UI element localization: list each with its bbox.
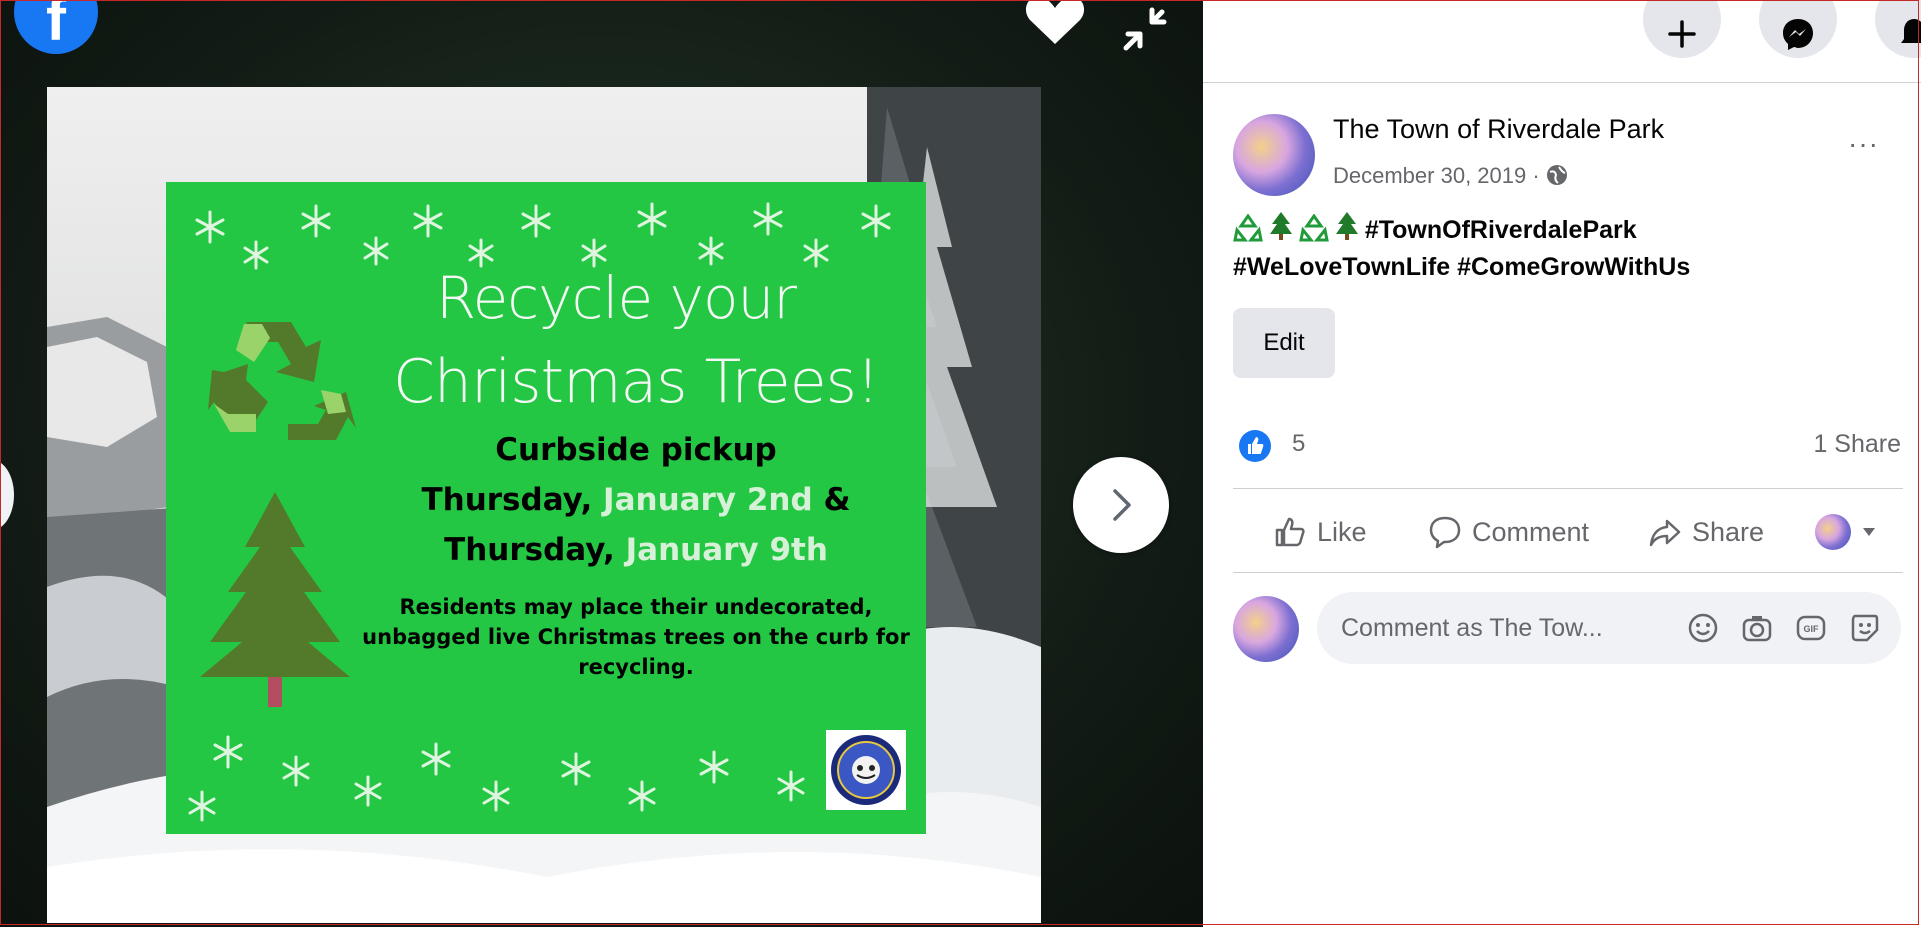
share-label: Share — [1692, 516, 1765, 547]
comment-input[interactable]: Comment as The Tow... GIF — [1317, 592, 1901, 664]
recycle-emoji-icon — [1233, 213, 1263, 242]
residents-instructions: Residents may place their undecorated, u… — [362, 595, 910, 679]
commenter-avatar[interactable] — [1233, 596, 1299, 662]
camera-icon[interactable] — [1741, 612, 1773, 644]
sticker-icon[interactable] — [1849, 612, 1881, 644]
page-name-link[interactable]: The Town of Riverdale Park — [1333, 114, 1664, 145]
messenger-button[interactable] — [1759, 0, 1837, 58]
page-avatar[interactable] — [1233, 114, 1315, 196]
share-arrow-icon — [1649, 519, 1681, 547]
gif-icon[interactable]: GIF — [1795, 612, 1827, 644]
edit-button[interactable]: Edit — [1233, 308, 1335, 378]
post-as-avatar — [1815, 514, 1851, 550]
like-label: Like — [1317, 516, 1367, 547]
plus-icon — [1668, 20, 1696, 48]
emoji-icon[interactable] — [1687, 612, 1719, 644]
share-button[interactable]: Share — [1648, 512, 1764, 552]
tree-icon — [200, 492, 350, 707]
share-count[interactable]: 1 Share — [1813, 430, 1901, 459]
pickup-day-1: Thursday, — [421, 482, 604, 518]
hashtag-townofriverdalepark[interactable]: #TownOfRiverdalePark — [1365, 216, 1637, 244]
next-chevron-icon — [1113, 489, 1131, 521]
like-button[interactable]: Like — [1273, 512, 1367, 552]
like-thumb-icon — [1275, 517, 1305, 547]
post-timestamp[interactable]: December 30, 2019 · — [1333, 163, 1568, 189]
pickup-day-2: Thursday, — [444, 532, 626, 568]
messenger-icon — [1783, 19, 1813, 50]
pickup-date-2: Thursday, January 9th — [366, 532, 906, 568]
comment-label: Comment — [1472, 516, 1590, 547]
post-text: #TownOfRiverdalePark #WeLoveTownLife #Co… — [1233, 212, 1913, 286]
photo-viewer: f Recycle your Christmas Trees! Curbside… — [0, 0, 1203, 927]
flyer-title-line2: Christmas Trees! — [393, 347, 880, 417]
facebook-logo-icon[interactable]: f — [14, 0, 98, 54]
post-as-selector[interactable] — [1815, 512, 1877, 552]
chevron-down-icon — [1863, 528, 1875, 536]
pickup-date-1: Thursday, January 2nd & — [366, 482, 906, 518]
notifications-icon — [1901, 19, 1921, 43]
hashtags-line2[interactable]: #WeLoveTownLife #ComeGrowWithUs — [1233, 253, 1690, 281]
comment-button[interactable]: Comment — [1428, 512, 1589, 552]
recycle-emoji-icon — [1299, 213, 1329, 242]
flyer-title-line1: Recycle your — [435, 264, 797, 332]
recycle-icon — [208, 322, 356, 440]
post-details-panel: The Town of Riverdale Park December 30, … — [1203, 0, 1921, 927]
town-seal-icon — [826, 730, 906, 810]
create-button[interactable] — [1643, 0, 1721, 58]
recycle-flyer: Recycle your Christmas Trees! Curbside p… — [166, 182, 926, 834]
header-divider — [1203, 82, 1921, 83]
pickup-date-1-suffix: & — [812, 482, 851, 518]
actions-divider — [1233, 572, 1903, 573]
pickup-date-1-value: January 2nd — [603, 482, 813, 518]
heart-icon[interactable] — [1024, 0, 1086, 46]
next-photo-button[interactable] — [1073, 457, 1169, 553]
pickup-date-2-value: January 9th — [625, 532, 828, 568]
svg-text:GIF: GIF — [1804, 624, 1820, 634]
post-date-text: December 30, 2019 · — [1333, 163, 1540, 188]
like-count[interactable]: 5 — [1292, 430, 1305, 458]
comment-placeholder: Comment as The Tow... — [1341, 614, 1603, 642]
collapse-icon[interactable] — [1118, 4, 1168, 54]
previous-button[interactable] — [0, 460, 14, 530]
like-reaction-icon[interactable] — [1239, 430, 1271, 462]
evergreen-emoji-icon — [1269, 212, 1292, 240]
stats-divider — [1233, 488, 1903, 489]
notifications-button[interactable] — [1875, 0, 1921, 58]
globe-icon — [1546, 165, 1567, 185]
comment-icon — [1429, 516, 1461, 549]
post-options-button[interactable]: ··· — [1848, 128, 1879, 160]
evergreen-emoji-icon — [1335, 212, 1358, 240]
curbside-heading: Curbside pickup — [495, 432, 777, 468]
